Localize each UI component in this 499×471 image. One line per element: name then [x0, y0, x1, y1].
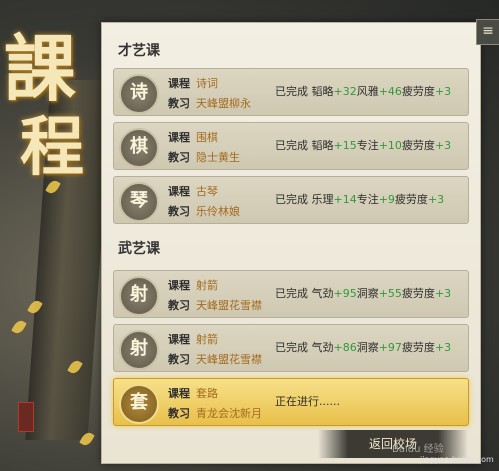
course-name: 射箭 — [196, 333, 218, 346]
watermark: Baidu 经验 — [392, 444, 444, 455]
section-title-martial: 武艺课 — [118, 241, 160, 257]
course-row-active[interactable]: 套 课程 套路 教习 青龙会沈新月 正在进行...... — [113, 378, 469, 426]
course-badge: 射 — [119, 276, 159, 316]
section-title-arts: 才艺课 — [118, 43, 160, 59]
course-key: 课程 — [168, 333, 190, 346]
teacher-key: 教习 — [168, 97, 190, 110]
teacher-name: 天峰盟柳永 — [196, 97, 251, 110]
course-status: 已完成 气劲+86洞察+97疲劳度+3 — [275, 341, 452, 354]
teacher-key: 教习 — [168, 205, 190, 218]
course-name: 诗词 — [196, 77, 218, 90]
teacher-name: 天峰盟花雪襟 — [196, 299, 262, 312]
course-row[interactable]: 琴 课程 古琴 教习 乐伶林娘 已完成 乐理+14专注+9疲劳度+3 — [113, 176, 469, 224]
course-row[interactable]: 棋 课程 围棋 教习 隐士黄生 已完成 韬略+15专注+10疲劳度+3 — [113, 122, 469, 170]
course-badge: 诗 — [119, 74, 159, 114]
course-name: 套路 — [196, 387, 218, 400]
teacher-name: 天峰盟花雪襟 — [196, 353, 262, 366]
course-badge: 棋 — [119, 128, 159, 168]
course-status: 已完成 韬略+32风雅+46疲劳度+3 — [275, 85, 452, 98]
teacher-name: 乐伶林娘 — [196, 205, 240, 218]
course-key: 课程 — [168, 131, 190, 144]
teacher-key: 教习 — [168, 353, 190, 366]
title-char-2: 程 — [20, 110, 84, 185]
course-status: 正在进行...... — [275, 395, 340, 408]
seal-stamp — [18, 402, 34, 432]
course-status: 已完成 乐理+14专注+9疲劳度+3 — [275, 193, 445, 206]
course-name: 古琴 — [196, 185, 218, 198]
course-badge: 琴 — [119, 182, 159, 222]
teacher-name: 青龙会沈新月 — [196, 407, 262, 420]
teacher-key: 教习 — [168, 151, 190, 164]
watermark-url: jingyan.baidu.com — [420, 455, 494, 464]
course-badge: 射 — [119, 330, 159, 370]
course-name: 围棋 — [196, 131, 218, 144]
course-key: 课程 — [168, 279, 190, 292]
teacher-name: 隐士黄生 — [196, 151, 240, 164]
course-key: 课程 — [168, 77, 190, 90]
teacher-key: 教习 — [168, 407, 190, 420]
course-key: 课程 — [168, 185, 190, 198]
course-name: 射箭 — [196, 279, 218, 292]
course-status: 已完成 气劲+95洞察+55疲劳度+3 — [275, 287, 452, 300]
course-row[interactable]: 诗 课程 诗词 教习 天峰盟柳永 已完成 韬略+32风雅+46疲劳度+3 — [113, 68, 469, 116]
course-row[interactable]: 射 课程 射箭 教习 天峰盟花雪襟 已完成 气劲+95洞察+55疲劳度+3 — [113, 270, 469, 318]
course-key: 课程 — [168, 387, 190, 400]
course-status: 已完成 韬略+15专注+10疲劳度+3 — [275, 139, 452, 152]
hamburger-icon[interactable]: ≡ — [476, 19, 499, 45]
teacher-key: 教习 — [168, 299, 190, 312]
course-row[interactable]: 射 课程 射箭 教习 天峰盟花雪襟 已完成 气劲+86洞察+97疲劳度+3 — [113, 324, 469, 372]
course-badge: 套 — [119, 384, 159, 424]
